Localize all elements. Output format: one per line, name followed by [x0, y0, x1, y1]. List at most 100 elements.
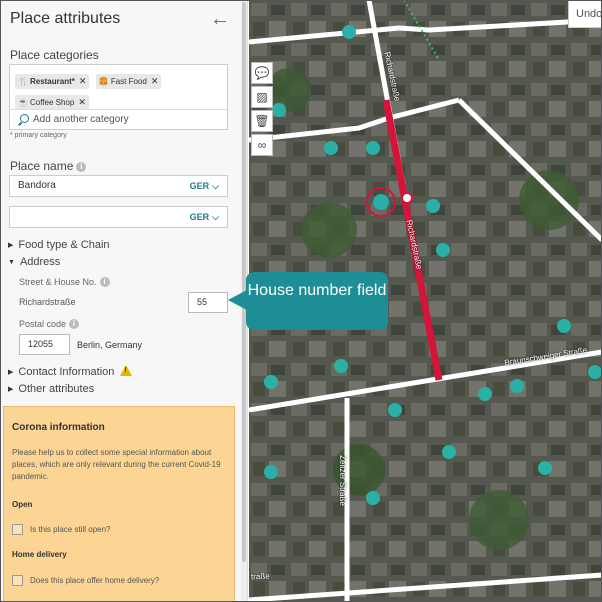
add-category-placeholder: Add another category: [33, 114, 129, 125]
poi-marker[interactable]: [342, 25, 356, 39]
comment-icon[interactable]: 💬: [251, 62, 273, 84]
still-open-label: Is this place still open?: [30, 525, 111, 534]
other-attributes-toggle[interactable]: ▶ Other attributes: [8, 383, 94, 395]
poi-marker[interactable]: [366, 491, 380, 505]
house-number-callout: House number field: [228, 272, 388, 330]
caret-down-icon: ▼: [8, 259, 15, 266]
category-chip-fast-food: 🍔 Fast Food ✕: [95, 74, 162, 89]
fast-food-icon: 🍔: [98, 77, 109, 86]
chip-label: Coffee Shop: [29, 98, 75, 107]
tree-patch: [469, 490, 529, 550]
back-arrow-icon[interactable]: ←: [210, 9, 230, 29]
coffee-icon: ☕: [18, 98, 28, 107]
corona-title: Corona information: [12, 422, 105, 433]
info-icon[interactable]: i: [76, 162, 87, 172]
binoculars-icon[interactable]: ∞: [251, 134, 273, 156]
postal-code-label: Postal code i: [19, 319, 80, 329]
poi-marker[interactable]: [426, 199, 440, 213]
corona-description: Please help us to collect some special i…: [12, 448, 221, 481]
poi-marker[interactable]: [557, 319, 571, 333]
food-type-section-toggle[interactable]: ▶ Food type & Chain: [8, 239, 110, 251]
other-attributes-label: Other attributes: [18, 383, 95, 395]
home-delivery-option[interactable]: Does this place offer home delivery?: [12, 575, 159, 586]
language-value: GER: [189, 181, 210, 191]
road-label-zeitzer: Zeitzer Straße: [337, 455, 347, 506]
street-label-text: Street & House No.: [19, 277, 97, 287]
street-label: Street & House No. i: [19, 277, 110, 287]
postal-code-input[interactable]: 12055: [19, 334, 70, 355]
poi-marker[interactable]: [264, 375, 278, 389]
place-attributes-panel: Place attributes ← Place categories 🍴 Re…: [0, 0, 248, 602]
poi-marker[interactable]: [334, 359, 348, 373]
poi-marker[interactable]: [264, 465, 278, 479]
contact-section-toggle[interactable]: ▶ Contact Information: [8, 365, 133, 378]
trash-icon[interactable]: 🗑: [251, 110, 273, 132]
categories-box: 🍴 Restaurant* ✕ 🍔 Fast Food ✕ ☕ Coffee S…: [9, 64, 228, 130]
remove-category-icon[interactable]: ✕: [79, 76, 87, 87]
address-section-toggle[interactable]: ▼ Address: [8, 256, 60, 268]
categories-label: Place categories: [10, 48, 99, 62]
postal-label-text: Postal code: [19, 319, 67, 329]
house-number-input[interactable]: 55: [188, 292, 228, 313]
contact-label: Contact Information: [18, 366, 115, 378]
remove-category-icon[interactable]: ✕: [78, 97, 86, 108]
chevron-down-icon: ⌵: [212, 212, 219, 222]
panel-title: Place attributes: [10, 10, 121, 27]
category-chip-coffee-shop: ☕ Coffee Shop ✕: [15, 95, 89, 110]
poi-marker[interactable]: [388, 403, 402, 417]
tree-patch: [301, 202, 357, 258]
selected-place-marker[interactable]: [373, 194, 389, 210]
poi-marker[interactable]: [442, 445, 456, 459]
poi-marker[interactable]: [366, 141, 380, 155]
place-name-input[interactable]: Bandora GER ⌵: [9, 175, 228, 197]
place-name-label: Place name i: [10, 159, 87, 173]
add-category-input[interactable]: Add another category: [10, 109, 227, 129]
still-open-checkbox[interactable]: [12, 524, 23, 535]
search-icon: [20, 114, 29, 123]
primary-category-note: * primary category: [10, 132, 67, 139]
corona-info-panel: Corona information Please help us to col…: [3, 406, 235, 602]
street-value: Richardstraße: [19, 297, 76, 307]
language-select[interactable]: GER ⌵: [190, 176, 219, 196]
map-toolbar: 💬 ▨ 🗑 ∞: [251, 62, 273, 158]
info-icon[interactable]: i: [99, 277, 110, 287]
address-label: Address: [19, 256, 61, 268]
restaurant-icon: 🍴: [18, 77, 28, 86]
language-select-second[interactable]: GER ⌵: [190, 207, 219, 227]
home-delivery-checkbox[interactable]: [12, 575, 23, 586]
poi-marker[interactable]: [272, 103, 286, 117]
poi-marker[interactable]: [324, 141, 338, 155]
tree-patch: [519, 170, 579, 230]
tree-patch: [267, 68, 311, 112]
place-name-second-input[interactable]: GER ⌵: [9, 206, 228, 228]
still-open-option[interactable]: Is this place still open?: [12, 524, 111, 535]
caret-right-icon: ▶: [8, 369, 14, 376]
poi-marker[interactable]: [538, 461, 552, 475]
poi-marker[interactable]: [436, 243, 450, 257]
category-chip-restaurant: 🍴 Restaurant* ✕: [15, 74, 90, 89]
food-type-label: Food type & Chain: [18, 239, 110, 251]
address-point[interactable]: [401, 192, 413, 204]
poi-marker[interactable]: [478, 387, 492, 401]
caret-right-icon: ▶: [8, 386, 14, 393]
warning-icon: [120, 365, 133, 376]
place-name-value: Bandora: [18, 180, 56, 191]
category-chips: 🍴 Restaurant* ✕ 🍔 Fast Food ✕ ☕ Coffee S…: [15, 71, 225, 113]
remove-category-icon[interactable]: ✕: [151, 76, 159, 87]
poi-marker[interactable]: [588, 365, 602, 379]
poi-marker[interactable]: [510, 379, 524, 393]
chip-label: Fast Food: [110, 77, 147, 86]
city-value: Berlin, Germany: [77, 340, 143, 350]
place-name-label-text: Place name: [10, 159, 74, 173]
road-label-bottom: traße: [250, 571, 270, 582]
caret-right-icon: ▶: [8, 242, 14, 249]
home-delivery-label: Does this place offer home delivery?: [30, 576, 160, 585]
open-heading: Open: [12, 500, 33, 509]
info-icon[interactable]: i: [69, 319, 80, 329]
chip-label: Restaurant*: [29, 77, 75, 86]
language-value: GER: [189, 212, 210, 222]
chevron-down-icon: ⌵: [212, 181, 219, 191]
home-delivery-heading: Home delivery: [12, 550, 67, 559]
image-icon[interactable]: ▨: [251, 86, 273, 108]
undo-button[interactable]: Undo: [568, 0, 602, 28]
